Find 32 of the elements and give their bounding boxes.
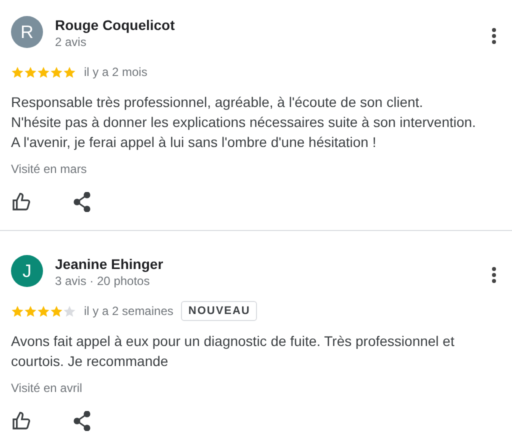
star-icon [37,66,50,78]
reviewer-name[interactable]: Rouge Coquelicot [55,16,476,34]
star-icon [24,304,37,318]
review-time: il y a 2 semaines [84,304,174,318]
visit-date: Visité en mars [11,162,88,176]
star-icon [50,304,63,318]
star-icon [63,66,76,78]
reviewer-stats: 3 avis · 20 photos [55,273,151,289]
more-icon [492,28,496,44]
star-icon [37,304,50,318]
share-icon [73,192,91,212]
avatar[interactable]: J [11,255,43,287]
review-time: il y a 2 mois [84,65,148,79]
thumbs-up-icon [11,411,31,431]
review-text: Avons fait appel à eux pour un diagnostic de fuite. Très professionnel et courtois. Je recommande [11,332,456,371]
share-button[interactable] [73,411,91,431]
like-button[interactable] [11,192,31,212]
visit-date: Visité en avril [11,381,84,395]
share-button[interactable] [73,192,91,212]
share-icon [73,411,91,431]
star-icon [11,66,24,78]
review-text: Responsable très professionnel, agréable, à l'écoute de son client. N'hésite pas à donner les explications nécessaires suite à son intervention. A l'avenir, je ferai appel à lui sans l'ombre d'une hésitation ! [11,93,477,152]
star-icon [50,66,63,78]
star-icon [24,66,37,78]
reviewer-stats: 2 avis [55,34,88,50]
more-icon [492,267,496,283]
star-icon [11,304,24,318]
thumbs-up-icon [11,192,31,212]
new-badge: NOUVEAU [181,301,258,321]
star-icon [63,304,76,318]
like-button[interactable] [11,411,31,431]
reviewer-name[interactable]: Jeanine Ehinger [55,255,476,273]
